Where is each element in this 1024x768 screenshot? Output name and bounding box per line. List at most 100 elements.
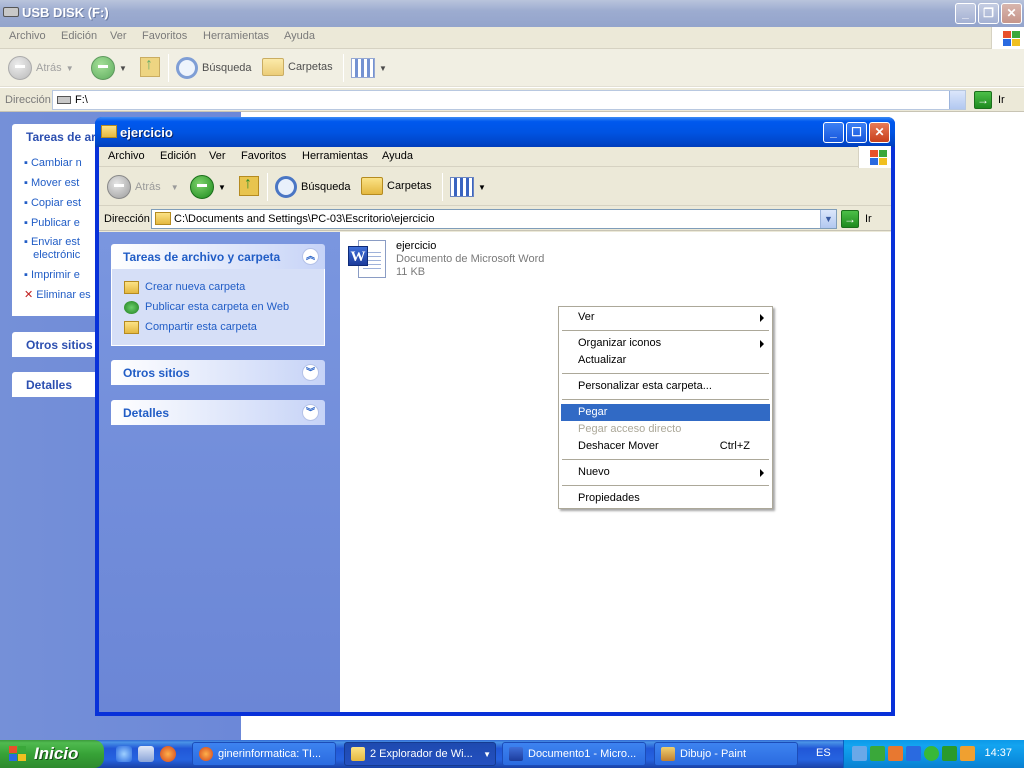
menu-item-ver[interactable]: Ver [561, 309, 770, 326]
menu-item-deshacer-mover[interactable]: Deshacer Mover Ctrl+Z [561, 438, 770, 455]
tray-app-icon[interactable] [906, 746, 921, 761]
close-button[interactable]: ✕ [1001, 3, 1022, 24]
go-button[interactable]: → Ir [841, 210, 872, 228]
menu-item-pegar-acceso-directo: Pegar acceso directo [578, 423, 682, 435]
address-input[interactable]: C:\Documents and Settings\PC-03\Escritor… [151, 209, 837, 229]
bg-task-item[interactable]: ▪ Imprimir e [24, 265, 102, 285]
window-title-bar[interactable]: ejercicio _ ☐ ✕ [95, 117, 895, 147]
other-places-panel[interactable]: Otros sitios ︾ [111, 360, 325, 385]
panel-header[interactable]: Otros sitios ︾ [111, 360, 325, 385]
views-button[interactable]: ▼ [351, 58, 387, 78]
menu-ayuda[interactable]: Ayuda [382, 150, 413, 162]
explorer-window: ejercicio _ ☐ ✕ Archivo Edición Ver Favo… [95, 117, 895, 716]
create-folder-link[interactable]: Crear nueva carpeta [124, 277, 324, 297]
publish-web-link[interactable]: Publicar esta carpeta en Web [124, 297, 324, 317]
folders-button[interactable]: Carpetas [361, 177, 432, 195]
views-icon [351, 58, 375, 78]
clock[interactable]: 14:37 [984, 747, 1012, 759]
restore-button[interactable]: ❐ [978, 3, 999, 24]
search-button[interactable]: Búsqueda [176, 57, 252, 79]
background-title-bar[interactable]: USB DISK (F:) _ ❐ ✕ [0, 0, 1024, 27]
tray-app-icon[interactable] [960, 746, 975, 761]
menu-separator [561, 455, 770, 464]
chevron-down-icon[interactable]: ▼ [820, 210, 836, 228]
menu-archivo[interactable]: Archivo [108, 150, 145, 162]
bg-task-item[interactable]: ✕ Eliminar es [24, 285, 102, 305]
ie-quicklaunch-icon[interactable] [116, 746, 132, 762]
background-window-title: USB DISK (F:) [22, 5, 109, 20]
menu-edicion[interactable]: Edición [61, 30, 97, 42]
menu-ayuda[interactable]: Ayuda [284, 30, 315, 42]
back-arrow-icon [107, 175, 131, 199]
tray-app-icon[interactable] [924, 746, 939, 761]
network-icon[interactable] [852, 746, 867, 761]
menu-item-organizar-iconos[interactable]: Organizar iconos [561, 335, 770, 352]
taskbar: Inicio ginerinformatica: TI... 2 Explora… [0, 740, 1024, 768]
up-folder-button[interactable] [140, 56, 160, 77]
go-button[interactable]: → Ir [974, 91, 1005, 109]
language-indicator[interactable]: ES [816, 747, 831, 759]
taskbar-word[interactable]: Documento1 - Micro... [502, 742, 646, 766]
tray-app-icon[interactable] [942, 746, 957, 761]
bg-task-item[interactable]: ▪ Mover est [24, 173, 102, 193]
bg-task-item[interactable]: ▪ Copiar est [24, 193, 102, 213]
expand-icon[interactable]: ︾ [302, 364, 319, 381]
minimize-button[interactable]: _ [823, 122, 844, 143]
menu-item-propiedades[interactable]: Propiedades [561, 490, 770, 507]
drive-icon [57, 96, 71, 104]
address-label: Dirección [104, 213, 150, 225]
up-folder-button[interactable] [239, 175, 259, 196]
taskbar-paint[interactable]: Dibujo - Paint [654, 742, 798, 766]
bg-task-item[interactable]: ▪ Publicar e [24, 213, 102, 233]
folders-button[interactable]: Carpetas [262, 58, 333, 76]
details-panel[interactable]: Detalles ︾ [111, 400, 325, 425]
back-arrow-icon [8, 56, 32, 80]
maximize-button[interactable]: ☐ [846, 122, 867, 143]
window-title: ejercicio [120, 125, 173, 140]
firefox-quicklaunch-icon[interactable] [160, 746, 176, 762]
taskbar-firefox[interactable]: ginerinformatica: TI... [192, 742, 336, 766]
bg-details-panel[interactable]: Detalles [12, 372, 102, 397]
expand-icon[interactable]: ︾ [302, 404, 319, 421]
back-button[interactable]: Atrás ▼ [8, 56, 74, 80]
taskbar-explorer-group[interactable]: 2 Explorador de Wi... ▼ [344, 742, 496, 766]
menu-separator [561, 369, 770, 378]
menu-item-actualizar[interactable]: Actualizar [561, 352, 770, 369]
menu-item-nuevo[interactable]: Nuevo [561, 464, 770, 481]
menu-favoritos[interactable]: Favoritos [241, 150, 286, 162]
panel-header[interactable]: Detalles ︾ [111, 400, 325, 425]
minimize-button[interactable]: _ [955, 3, 976, 24]
address-dropdown-icon[interactable] [949, 91, 965, 109]
forward-button[interactable]: ▼ [91, 56, 127, 80]
forward-button[interactable]: ▼ [190, 175, 226, 199]
menu-ver[interactable]: Ver [209, 150, 226, 162]
address-input[interactable]: F:\ [52, 90, 966, 110]
bg-task-item[interactable]: ▪ Cambiar n [24, 153, 102, 173]
word-icon [509, 747, 523, 761]
share-folder-link[interactable]: Compartir esta carpeta [124, 317, 324, 337]
menu-edicion[interactable]: Edición [160, 150, 196, 162]
bg-task-item[interactable]: ▪ Enviar est electrónic [24, 233, 102, 265]
menu-herramientas[interactable]: Herramientas [302, 150, 368, 162]
start-button[interactable]: Inicio [0, 740, 104, 768]
bg-other-places-panel[interactable]: Otros sitios [12, 332, 102, 357]
menu-herramientas[interactable]: Herramientas [203, 30, 269, 42]
background-tasks-panel: Tareas de ar ▪ Cambiar n ▪ Mover est ▪ C… [12, 124, 102, 316]
word-document-icon: W [348, 238, 388, 282]
collapse-icon[interactable]: ︽ [302, 248, 319, 265]
search-button[interactable]: Búsqueda [275, 176, 351, 198]
menu-ver[interactable]: Ver [110, 30, 127, 42]
back-button[interactable]: Atrás ▼ [107, 175, 179, 199]
menu-favoritos[interactable]: Favoritos [142, 30, 187, 42]
tray-app-icon[interactable] [888, 746, 903, 761]
tray-app-icon[interactable] [870, 746, 885, 761]
menu-item-personalizar[interactable]: Personalizar esta carpeta... [561, 378, 770, 395]
menu-item-pegar[interactable]: Pegar [561, 404, 770, 421]
folder-icon [155, 212, 171, 225]
menu-archivo[interactable]: Archivo [9, 30, 46, 42]
address-bar: Dirección C:\Documents and Settings\PC-0… [99, 207, 891, 231]
close-button[interactable]: ✕ [869, 122, 890, 143]
panel-header[interactable]: Tareas de archivo y carpeta ︽ [111, 244, 325, 269]
show-desktop-icon[interactable] [138, 746, 154, 762]
views-button[interactable]: ▼ [450, 177, 486, 197]
